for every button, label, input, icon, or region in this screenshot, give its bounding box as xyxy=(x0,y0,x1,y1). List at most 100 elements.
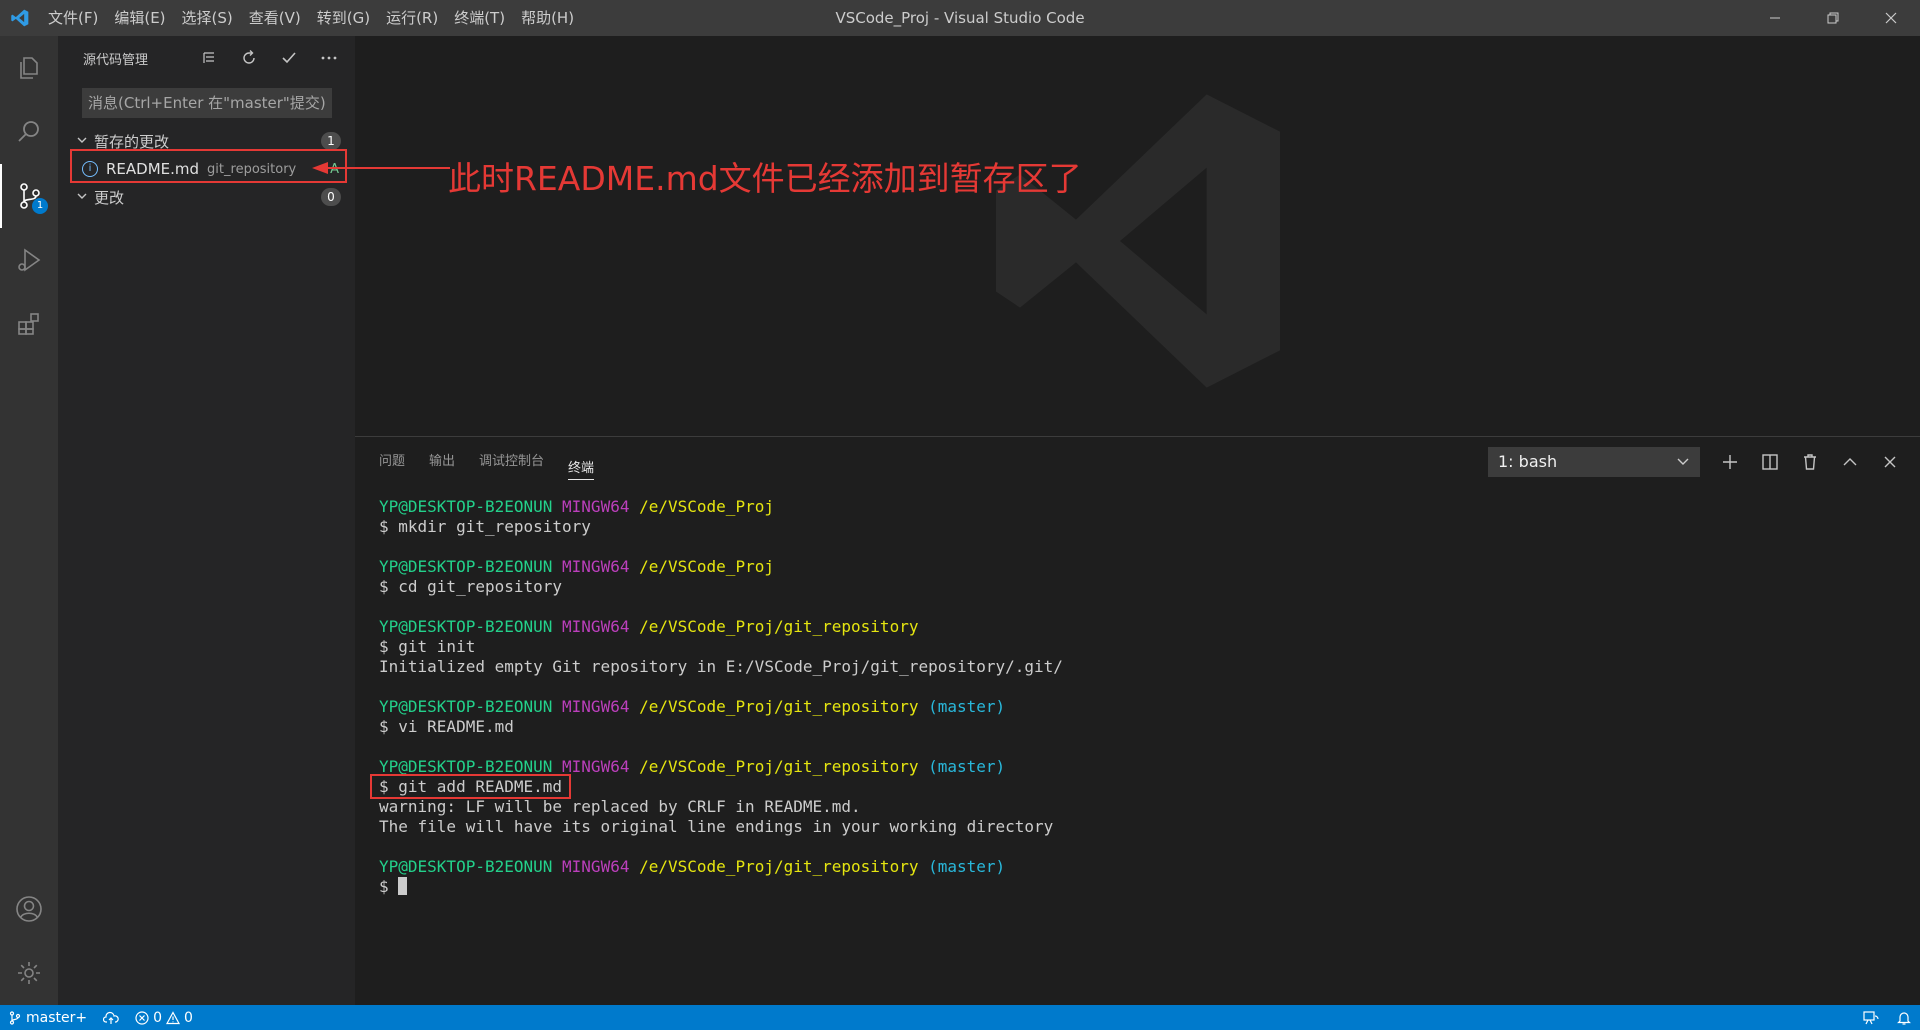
menu-bar: 文件(F) 编辑(E) 选择(S) 查看(V) 转到(G) 运行(R) 终端(T… xyxy=(40,0,582,36)
menu-go[interactable]: 转到(G) xyxy=(309,0,378,36)
warning-icon xyxy=(166,1010,181,1024)
broadcast-icon xyxy=(1863,1010,1879,1024)
ellipsis-icon xyxy=(321,56,337,60)
prompt-user: YP@DESKTOP-B2EONUN xyxy=(379,557,553,576)
maximize-panel-button[interactable] xyxy=(1835,447,1865,477)
prompt-branch: (master) xyxy=(928,857,1006,876)
terminal-text: $ cd git_repository xyxy=(379,577,563,596)
list-tree-icon xyxy=(203,52,214,63)
terminal-select[interactable]: 1: bash xyxy=(1488,447,1700,477)
terminal-text: Initialized empty Git repository in E:/V… xyxy=(379,657,1063,676)
problems-status[interactable]: 0 0 xyxy=(127,1005,201,1030)
terminal-prompt-line: YP@DESKTOP-B2EONUN MINGW64 /e/VSCode_Pro… xyxy=(379,697,1879,717)
terminal-output-line: warning: LF will be replaced by CRLF in … xyxy=(379,797,1879,817)
prompt-user: YP@DESKTOP-B2EONUN xyxy=(379,697,553,716)
prompt-user: YP@DESKTOP-B2EONUN xyxy=(379,617,553,636)
prompt-path: /e/VSCode_Proj/git_repository xyxy=(639,617,919,636)
activity-bar-bottom xyxy=(0,877,58,1005)
terminal-output-line: $ vi README.md xyxy=(379,717,1879,737)
annotation-command-box: $ git add README.md xyxy=(369,774,572,799)
minimize-icon xyxy=(1770,17,1780,19)
more-actions-button[interactable] xyxy=(315,44,343,72)
activity-bar: 1 xyxy=(0,36,58,1005)
error-icon xyxy=(135,1010,149,1025)
split-icon xyxy=(1762,454,1778,470)
prompt-branch: (master) xyxy=(928,697,1006,716)
extensions-button[interactable] xyxy=(0,292,58,356)
terminal-prompt-line: YP@DESKTOP-B2EONUN MINGW64 /e/VSCode_Pro… xyxy=(379,757,1879,777)
chevron-down-icon xyxy=(1676,447,1690,488)
terminal-output-line: $ mkdir git_repository xyxy=(379,517,1879,537)
menu-file[interactable]: 文件(F) xyxy=(40,0,106,36)
sidebar-actions xyxy=(195,36,343,80)
terminal-prompt-line: YP@DESKTOP-B2EONUN MINGW64 /e/VSCode_Pro… xyxy=(379,617,1879,637)
changes-count-badge: 0 xyxy=(321,188,341,206)
cloud-upload-icon xyxy=(103,1011,119,1024)
run-debug-button[interactable] xyxy=(0,228,58,292)
sync-button[interactable] xyxy=(95,1005,127,1030)
terminal-text: warning: LF will be replaced by CRLF in … xyxy=(379,797,861,816)
trash-icon xyxy=(1804,454,1816,470)
menu-help[interactable]: 帮助(H) xyxy=(513,0,582,36)
view-as-tree-button[interactable] xyxy=(195,44,223,72)
prompt-env: MINGW64 xyxy=(562,617,630,636)
tab-problems[interactable]: 问题 xyxy=(379,437,405,487)
changes-group[interactable]: 更改 0 xyxy=(58,184,355,210)
menu-view[interactable]: 查看(V) xyxy=(241,0,309,36)
commit-button[interactable] xyxy=(275,44,303,72)
branch-status[interactable]: master+ xyxy=(0,1005,95,1030)
accounts-button[interactable] xyxy=(0,877,58,941)
prompt-path: /e/VSCode_Proj xyxy=(639,557,774,576)
restore-button[interactable] xyxy=(1804,0,1862,36)
menu-edit[interactable]: 编辑(E) xyxy=(106,0,173,36)
menu-selection[interactable]: 选择(S) xyxy=(174,0,241,36)
refresh-button[interactable] xyxy=(235,44,263,72)
split-terminal-button[interactable] xyxy=(1755,447,1785,477)
menu-terminal[interactable]: 终端(T) xyxy=(446,0,513,36)
bottom-panel: 问题 输出 调试控制台 终端 1: bash YP@DESKTOP-B2EONU… xyxy=(355,436,1920,1005)
prompt-user: YP@DESKTOP-B2EONUN xyxy=(379,857,553,876)
prompt-path: /e/VSCode_Proj/git_repository xyxy=(639,857,919,876)
new-terminal-button[interactable] xyxy=(1715,447,1745,477)
error-count: 0 xyxy=(153,1009,163,1026)
terminal-prompt-line: YP@DESKTOP-B2EONUN MINGW64 /e/VSCode_Pro… xyxy=(379,857,1879,877)
terminal-select-value: 1: bash xyxy=(1498,452,1558,471)
tab-debug-console[interactable]: 调试控制台 xyxy=(479,437,544,487)
live-share-button[interactable] xyxy=(1854,1005,1888,1030)
vscode-logo-icon xyxy=(0,0,40,36)
minimize-button[interactable] xyxy=(1746,0,1804,36)
terminal-text: $ mkdir git_repository xyxy=(379,517,591,536)
source-control-button[interactable]: 1 xyxy=(0,164,58,228)
close-icon xyxy=(1885,12,1897,24)
explorer-button[interactable] xyxy=(0,36,58,100)
close-panel-button[interactable] xyxy=(1875,447,1905,477)
kill-terminal-button[interactable] xyxy=(1795,447,1825,477)
terminal-output[interactable]: YP@DESKTOP-B2EONUN MINGW64 /e/VSCode_Pro… xyxy=(369,497,1879,897)
bell-icon xyxy=(1897,1011,1911,1025)
search-button[interactable] xyxy=(0,100,58,164)
warning-count: 0 xyxy=(184,1009,193,1026)
notifications-button[interactable] xyxy=(1888,1005,1920,1030)
source-control-badge: 1 xyxy=(32,198,48,214)
editor-area xyxy=(355,36,1920,436)
changes-label: 更改 xyxy=(94,188,125,207)
tab-terminal[interactable]: 终端 xyxy=(568,444,595,480)
tab-output[interactable]: 输出 xyxy=(429,437,455,487)
close-window-button[interactable] xyxy=(1862,0,1920,36)
staged-count-badge: 1 xyxy=(321,132,341,150)
manage-button[interactable] xyxy=(0,941,58,1005)
terminal-prompt-line: YP@DESKTOP-B2EONUN MINGW64 /e/VSCode_Pro… xyxy=(379,497,1879,517)
search-icon xyxy=(18,121,39,142)
terminal-text: $ xyxy=(379,877,399,896)
terminal-output-line: $ git init xyxy=(379,637,1879,657)
menu-run[interactable]: 运行(R) xyxy=(378,0,446,36)
prompt-env: MINGW64 xyxy=(562,557,630,576)
account-icon xyxy=(16,896,42,922)
commit-message-input[interactable] xyxy=(82,88,332,118)
prompt-env: MINGW64 xyxy=(562,857,630,876)
terminal-output-line: The file will have its original line end… xyxy=(379,817,1879,837)
panel-actions xyxy=(1715,447,1905,477)
